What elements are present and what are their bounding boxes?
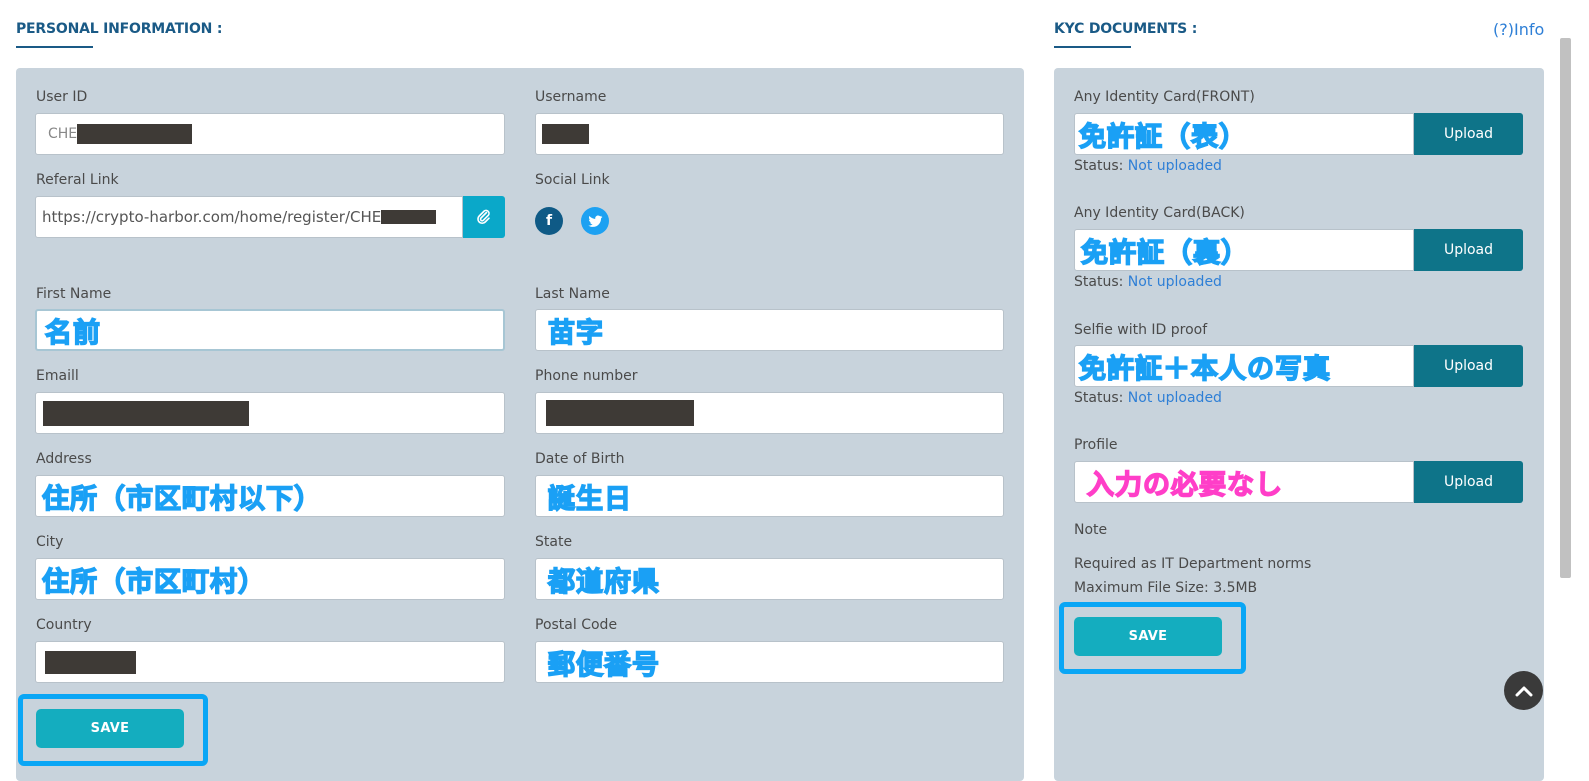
profile-label: Profile [1074,437,1118,453]
redacted-block [542,124,589,144]
profile-value: 入力の必要なし [1086,469,1283,502]
status-value: Not uploaded [1127,274,1222,290]
status-value: Not uploaded [1127,390,1222,406]
user-id-value: CHE [48,126,78,142]
phone-label: Phone number [535,368,638,384]
selfie-status: Status: Not uploaded [1074,390,1222,406]
redacted-block [381,210,437,224]
personal-info-title: PERSONAL INFORMATION : [16,21,223,37]
kyc-page: PERSONAL INFORMATION : User ID CHE Usern… [0,0,1589,781]
selfie-value: 免許証＋本人の写真 [1078,353,1331,386]
id-front-value: 免許証（表） [1078,121,1247,154]
selfie-upload-button[interactable]: Upload [1414,345,1523,387]
email-input[interactable] [35,392,505,434]
address-label: Address [36,451,92,467]
user-id-label: User ID [36,89,88,105]
id-back-label: Any Identity Card(BACK) [1074,205,1245,221]
id-front-input[interactable]: 免許証（表） [1074,113,1414,155]
last-name-value: 苗字 [547,317,604,350]
social-link-label: Social Link [535,172,610,188]
kyc-title: KYC DOCUMENTS : [1054,21,1198,37]
id-back-value: 免許証（裏） [1080,237,1249,270]
selfie-input[interactable]: 免許証＋本人の写真 [1074,345,1414,387]
city-input[interactable]: 住所（市区町村） [35,558,505,600]
username-label: Username [535,89,607,105]
id-front-label: Any Identity Card(FRONT) [1074,89,1255,105]
referral-link-value: https://crypto-harbor.com/home/register/… [42,208,382,226]
personal-title-underline [16,46,93,48]
id-back-upload-button[interactable]: Upload [1414,229,1523,271]
scroll-to-top-button[interactable] [1504,671,1543,710]
redacted-block [77,124,193,144]
state-value: 都道府県 [547,566,660,599]
profile-input[interactable]: 入力の必要なし [1074,461,1414,503]
status-prefix: Status: [1074,274,1124,290]
selfie-label: Selfie with ID proof [1074,322,1208,338]
username-input[interactable] [535,113,1004,155]
referral-link-input[interactable]: https://crypto-harbor.com/home/register/… [35,196,463,238]
postal-code-input[interactable]: 郵便番号 [535,641,1004,683]
note-line-2: Maximum File Size: 3.5MB [1074,580,1258,596]
info-link[interactable]: (?)Info [1493,20,1544,39]
phone-input[interactable] [535,392,1004,434]
twitter-icon[interactable] [581,207,609,235]
status-value: Not uploaded [1127,158,1222,174]
status-prefix: Status: [1074,390,1124,406]
dob-input[interactable]: 誕生日 [535,475,1004,517]
state-input[interactable]: 都道府県 [535,558,1004,600]
address-input[interactable]: 住所（市区町村以下） [35,475,505,517]
first-name-value: 名前 [44,317,101,349]
id-back-status: Status: Not uploaded [1074,274,1222,290]
twitter-bird-icon [587,214,602,227]
id-front-status: Status: Not uploaded [1074,158,1222,174]
postal-code-value: 郵便番号 [547,649,660,682]
copy-link-button[interactable] [463,196,505,238]
note-label: Note [1074,522,1108,538]
first-name-label: First Name [36,286,112,302]
facebook-icon[interactable]: f [535,207,563,235]
facebook-letter: f [545,213,553,229]
id-back-input[interactable]: 免許証（裏） [1074,229,1414,271]
address-value: 住所（市区町村以下） [41,483,322,516]
scrollbar-thumb[interactable] [1560,38,1571,578]
city-label: City [36,534,64,550]
referral-link-label: Referal Link [36,172,119,188]
status-prefix: Status: [1074,158,1124,174]
redacted-block [43,400,249,426]
city-value: 住所（市区町村） [41,566,266,599]
last-name-input[interactable]: 苗字 [535,309,1004,351]
kyc-panel [1054,68,1544,781]
last-name-label: Last Name [535,286,610,302]
dob-label: Date of Birth [535,451,625,467]
redacted-block [546,400,694,426]
note-line-1: Required as IT Department norms [1074,556,1312,572]
id-front-upload-button[interactable]: Upload [1414,113,1523,155]
postal-code-label: Postal Code [535,617,618,633]
country-label: Country [36,617,92,633]
user-id-input[interactable]: CHE [35,113,505,155]
personal-save-button[interactable]: SAVE [36,709,184,748]
kyc-title-underline [1054,46,1131,48]
country-input[interactable] [35,641,505,683]
first-name-input[interactable]: 名前 [35,309,505,351]
state-label: State [535,534,573,550]
redacted-block [45,650,136,674]
dob-value: 誕生日 [547,483,632,516]
profile-upload-button[interactable]: Upload [1414,461,1523,503]
paperclip-icon [477,209,490,225]
email-label: Emaill [36,368,79,384]
kyc-save-button[interactable]: SAVE [1074,617,1222,656]
chevron-up-icon [1515,686,1532,696]
